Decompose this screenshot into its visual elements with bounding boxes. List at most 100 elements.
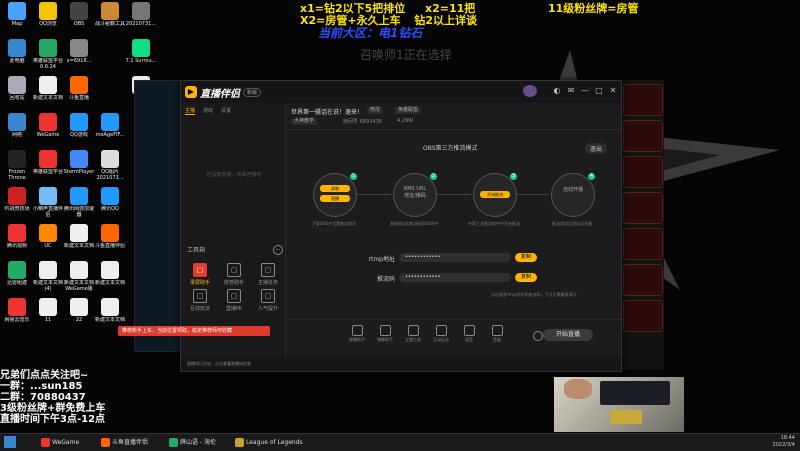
desktop-icon[interactable]: QQ游戏 xyxy=(62,113,96,144)
desktop-icon[interactable]: 腾讯QQ xyxy=(93,187,127,218)
tab-1[interactable]: 游戏 xyxy=(203,107,213,115)
app-logo-icon: ▶ xyxy=(185,86,197,98)
skin-icon[interactable]: ◐ xyxy=(551,85,563,97)
desktop-icon[interactable]: 新建文本文档 (4) xyxy=(31,261,65,292)
desktop-icon[interactable]: WeGame xyxy=(31,113,65,144)
desktop-icon[interactable]: 新建文本文档 xyxy=(93,298,127,329)
exit-button[interactable]: 退出 xyxy=(585,143,608,154)
toolbar-label: 语音 xyxy=(465,337,473,342)
tool-boost[interactable]: ▢ 人气提升 xyxy=(253,289,283,312)
taskbar-item[interactable]: WeGame xyxy=(40,436,79,449)
desktop-icon-label: 英雄联盟平台 xyxy=(32,169,63,175)
desktop-icon[interactable]: 新建文本文档 xyxy=(62,224,96,255)
toolbar-button[interactable]: 语音 xyxy=(457,325,481,343)
desktop-icon[interactable]: 网易云音乐 xyxy=(0,298,34,329)
taskbar-item[interactable]: 斗鱼直播伴侣 xyxy=(100,436,148,449)
tab-0[interactable]: 主播 xyxy=(185,107,196,115)
desktop-icon[interactable]: 此电脑 xyxy=(0,39,34,70)
desktop-icon-label: 回收站 xyxy=(9,95,25,101)
step-4: 4 自动开播 xyxy=(551,173,595,217)
desktop-icon[interactable]: 20210731... xyxy=(124,2,158,33)
close-icon[interactable]: ✕ xyxy=(607,85,619,97)
taskbar: WeGame 斗鱼直播伴侣 薛山语 - 海伦 League of Legends xyxy=(0,433,800,451)
desktop-icon[interactable]: 约战竞技场 xyxy=(0,187,34,218)
title-bar[interactable]: ▶ 直播伴侣 新版 ◐ ✉ — □ ✕ xyxy=(181,81,621,103)
desktop-icon[interactable]: StormPlayer xyxy=(62,150,96,181)
desktop-icon[interactable]: 网络 xyxy=(0,113,34,144)
tab-2[interactable]: 设置 xyxy=(221,107,231,115)
desktop-icon[interactable]: 英雄联盟平台 0.6.24 xyxy=(31,39,65,70)
tool-user[interactable]: ▢ 房管助手 xyxy=(219,263,249,286)
tool-game[interactable]: ▢ 互动玩法 xyxy=(185,289,215,312)
category-chip[interactable]: 英雄联盟 xyxy=(395,107,422,114)
toolbar-button[interactable]: 主播工具 xyxy=(401,325,425,343)
desktop-icon[interactable]: QQ浏览 xyxy=(31,2,65,33)
desktop-icon[interactable]: OBS xyxy=(62,2,96,33)
app-icon xyxy=(39,150,57,168)
tool-record[interactable]: ▢ 录屏助手 xyxy=(185,263,215,286)
overlay-line-0: 兄弟们点点关注吧~ xyxy=(0,370,89,381)
desktop-icon[interactable]: 回收站 xyxy=(0,76,34,107)
tool-pk[interactable]: ▢ 直播PK xyxy=(219,289,249,312)
desktop-icon[interactable]: Frozen Throne xyxy=(0,150,34,181)
toolbar-button[interactable]: 直播助手 xyxy=(345,325,369,343)
mail-icon[interactable]: ✉ xyxy=(565,85,577,97)
edit-title-button[interactable]: 修改 xyxy=(367,107,384,114)
desktop-icon[interactable]: 7.1 Surrou... xyxy=(124,39,158,70)
avatar[interactable] xyxy=(523,85,537,97)
step-1: 1 录制 直播 xyxy=(313,173,357,217)
desktop-icon[interactable]: UC xyxy=(31,224,65,255)
minimize-icon[interactable]: — xyxy=(579,85,591,97)
desktop-icon[interactable]: meAgeFIF... xyxy=(93,113,127,144)
more-icon[interactable]: ⋯ xyxy=(273,245,283,255)
taskbar-item[interactable]: 薛山语 - 海伦 xyxy=(168,436,216,449)
desktop-icon[interactable]: 斗鱼直播 xyxy=(62,76,96,107)
system-tray[interactable]: 18:44 2022/3/4 xyxy=(700,435,795,449)
desktop-icon[interactable]: 腾讯视频 xyxy=(0,224,34,255)
tool-label: 直播PK xyxy=(225,306,243,312)
step-description: 在第三方推流软件中开始推流 xyxy=(468,221,520,226)
toolbar-button[interactable]: 弹幕助手 xyxy=(373,325,397,343)
desktop-icon[interactable]: 新建文本文档 xyxy=(31,76,65,107)
promo-banner[interactable]: 推荐新手上车，当前位置领取，稳定推荐师可收藏 xyxy=(118,326,270,336)
desktop-icon[interactable]: 22 xyxy=(62,298,96,329)
copy-button[interactable]: 复制 xyxy=(515,253,537,262)
rtmp-url-input[interactable]: •••••••••••• xyxy=(399,253,511,262)
desktop-icon[interactable]: 小精声直播伴侣 xyxy=(31,187,65,218)
step-number: 2 xyxy=(430,173,437,180)
maximize-icon[interactable]: □ xyxy=(593,85,605,97)
desktop-icon[interactable]: 新建文本文档 xyxy=(93,261,127,292)
taskbar-app-icon xyxy=(101,438,110,447)
desktop-icon[interactable]: 迅雷组建 xyxy=(0,261,34,292)
app-icon xyxy=(101,224,119,242)
stream-key-input[interactable]: •••••••••••• xyxy=(399,273,511,282)
desktop-icon[interactable]: QQ图片 2021073... xyxy=(93,150,127,181)
toolbar-button[interactable]: 互动玩法 xyxy=(429,325,453,343)
game-icon: ▢ xyxy=(193,289,207,303)
desktop-icon[interactable]: 11 xyxy=(31,298,65,329)
start-live-button[interactable]: 开始直播 xyxy=(543,329,593,341)
clock-time: 18:44 xyxy=(780,435,795,441)
app-icon xyxy=(39,76,57,94)
boost-icon: ▢ xyxy=(261,289,275,303)
app-icon xyxy=(8,76,26,94)
desktop-icon[interactable]: 新建文本文档 WeGame版 xyxy=(62,261,96,292)
taskbar-app-icon xyxy=(169,438,178,447)
settings-icon[interactable] xyxy=(533,331,543,341)
tag-chip[interactable]: 大神教学 xyxy=(291,118,318,125)
desktop-icon[interactable]: 英雄联盟平台 xyxy=(31,150,65,181)
desktop-icon[interactable]: 战斗秘籍工具 xyxy=(93,2,127,33)
app-icon xyxy=(8,224,26,242)
toolbar-button[interactable]: 音量 xyxy=(485,325,509,343)
start-icon[interactable] xyxy=(4,436,16,448)
desktop-icon-label: 腾讯QQ xyxy=(101,206,119,212)
desktop-icon[interactable]: x=6918... xyxy=(62,39,96,70)
desktop-icon[interactable]: Map xyxy=(0,2,34,33)
taskbar-item[interactable]: League of Legends xyxy=(234,436,303,449)
copy-button[interactable]: 复制 xyxy=(515,273,537,282)
desktop-icon[interactable]: 斗鱼直播伴侣 xyxy=(93,224,127,255)
tool-task[interactable]: ▢ 主播任务 xyxy=(253,263,283,286)
clock-date: 2022/3/4 xyxy=(772,442,795,448)
version-badge[interactable]: 新版 xyxy=(243,87,262,97)
desktop-icon[interactable]: 腾讯网游加速器 xyxy=(62,187,96,218)
